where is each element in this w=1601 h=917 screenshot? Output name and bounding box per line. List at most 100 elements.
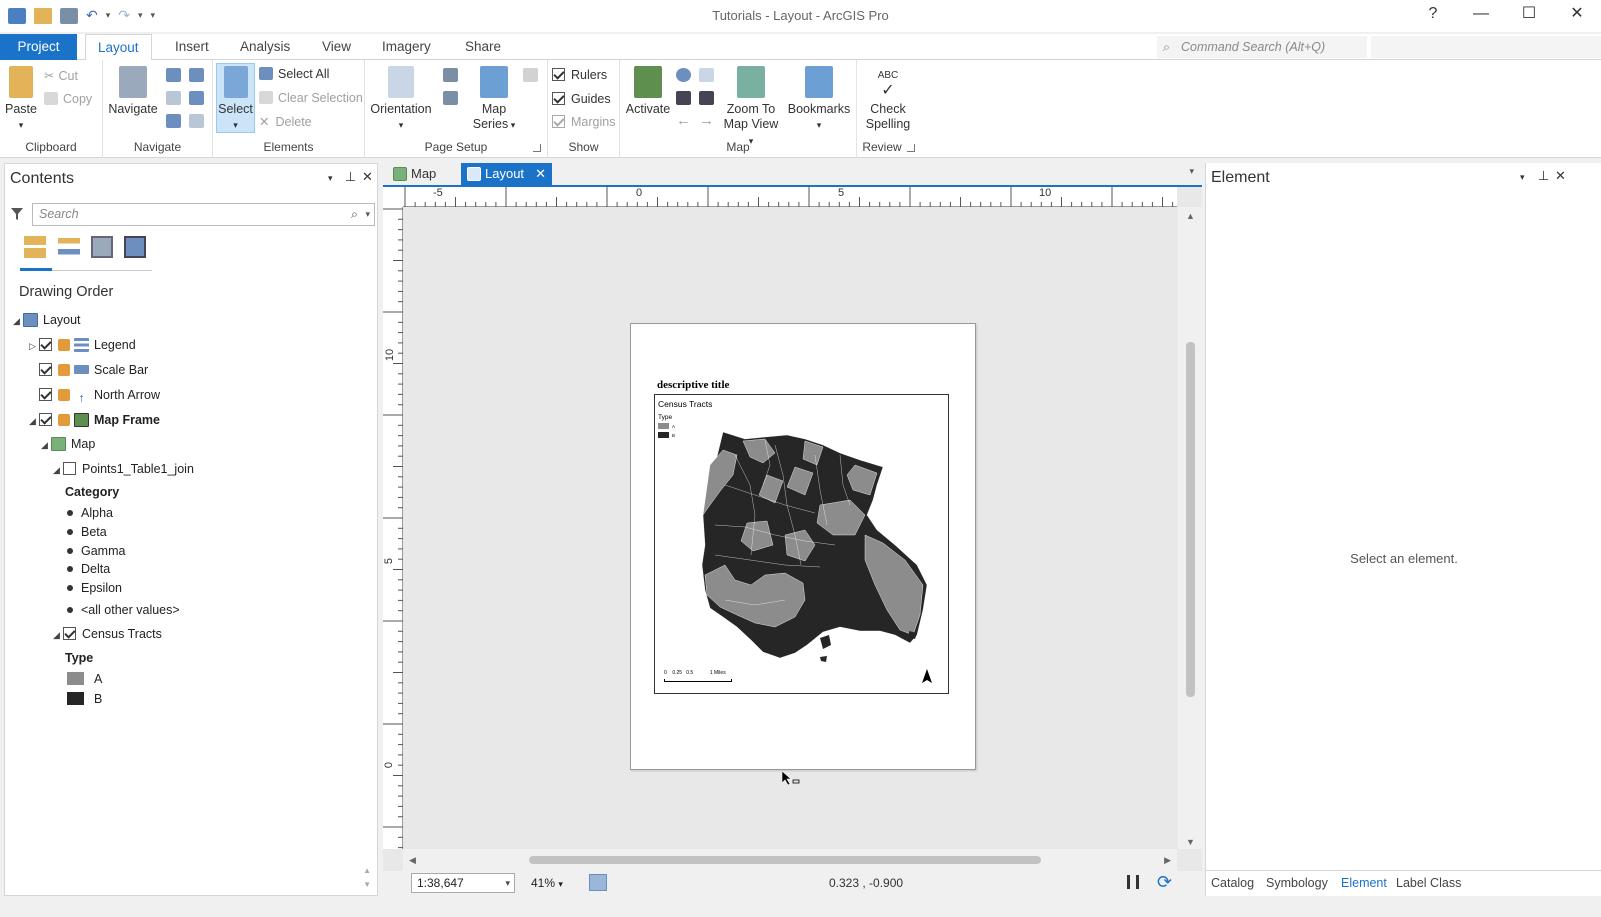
- tab-catalog[interactable]: Catalog: [1211, 876, 1254, 890]
- map-frame-visibility-checkbox[interactable]: [39, 413, 52, 426]
- tree-item-scale-bar[interactable]: Scale Bar: [39, 360, 148, 380]
- map-series-button[interactable]: Map Series ▾: [470, 64, 518, 133]
- category-item[interactable]: <all other values>: [67, 600, 180, 620]
- tree-item-legend[interactable]: ▷ Legend: [29, 335, 136, 355]
- points-layer-visibility-checkbox[interactable]: [63, 462, 76, 475]
- scroll-left-icon[interactable]: ◀: [409, 855, 416, 866]
- layout-page[interactable]: descriptive title Census Tracts Type A B: [630, 323, 976, 770]
- category-item[interactable]: Gamma: [67, 541, 125, 561]
- collapse-icon[interactable]: ◢: [53, 460, 63, 480]
- zoom-to-selected-icon[interactable]: [189, 114, 204, 128]
- pause-drawing-icon[interactable]: [1127, 875, 1139, 889]
- tab-symbology[interactable]: Symbology: [1266, 876, 1328, 890]
- close-pane-icon[interactable]: ✕: [362, 169, 373, 185]
- list-by-drawing-order-icon[interactable]: [24, 236, 46, 258]
- navigate-button[interactable]: Navigate: [107, 64, 159, 117]
- lock-icon[interactable]: [58, 339, 70, 351]
- tree-item-map-frame[interactable]: ◢ Map Frame: [29, 410, 160, 430]
- scroll-down-icon[interactable]: ▼: [363, 880, 371, 889]
- zoom-dropdown[interactable]: 41% ▾: [531, 873, 563, 894]
- tree-item-points-layer[interactable]: ◢ Points1_Table1_join: [53, 459, 194, 479]
- clear-selection-button[interactable]: Clear Selection: [259, 88, 363, 108]
- rulers-checkbox[interactable]: Rulers: [552, 65, 607, 85]
- refresh-icon[interactable]: ⟳: [1157, 872, 1172, 893]
- tree-item-north-arrow[interactable]: ↑ North Arrow: [39, 385, 160, 405]
- zoom-out-fixed-icon[interactable]: [189, 68, 204, 82]
- pan-to-selection-icon[interactable]: [699, 68, 714, 82]
- bookmarks-button[interactable]: Bookmarks ▾: [786, 64, 852, 133]
- tab-element[interactable]: Element: [1341, 876, 1387, 890]
- collapse-icon[interactable]: ◢: [41, 435, 51, 455]
- map-frame-element[interactable]: Census Tracts Type A B 0 0.25 0.5 1 Mile…: [654, 394, 949, 694]
- previous-map-extent-icon[interactable]: ←: [676, 111, 691, 131]
- tab-analysis[interactable]: Analysis: [228, 34, 302, 60]
- previous-extent-icon[interactable]: [166, 91, 181, 105]
- layout-view[interactable]: -5 0 5 10 10 5 0 descriptive title Censu…: [383, 187, 1202, 896]
- tab-view[interactable]: View: [310, 34, 363, 60]
- filter-icon[interactable]: [10, 207, 24, 221]
- category-item[interactable]: Alpha: [67, 503, 113, 523]
- paste-button[interactable]: Paste ▾: [4, 64, 38, 133]
- pin-icon[interactable]: ⊥: [1538, 168, 1549, 184]
- list-by-selection-icon[interactable]: [91, 236, 113, 258]
- lock-icon[interactable]: [58, 389, 70, 401]
- collapse-icon[interactable]: ◢: [13, 311, 23, 331]
- tab-project[interactable]: Project: [0, 34, 77, 60]
- close-pane-icon[interactable]: ✕: [1555, 168, 1566, 184]
- scroll-up-icon[interactable]: ▲: [363, 866, 371, 875]
- layout-title-text[interactable]: descriptive title: [657, 379, 729, 391]
- collapse-icon[interactable]: ◢: [29, 411, 39, 431]
- pane-options-icon[interactable]: ▾: [328, 173, 333, 184]
- margins-setup-icon[interactable]: [443, 91, 458, 105]
- zoom-to-map-view-button[interactable]: Zoom To Map View ▾: [721, 64, 781, 149]
- vertical-scrollbar[interactable]: ▲ ▼: [1178, 207, 1202, 849]
- margins-checkbox[interactable]: Margins: [552, 112, 615, 132]
- category-item[interactable]: Beta: [67, 522, 107, 542]
- tab-layout[interactable]: Layout: [85, 34, 152, 61]
- activate-button[interactable]: Activate: [624, 64, 672, 117]
- search-options-icon[interactable]: ▾: [365, 204, 370, 225]
- zoom-to-selection-icon[interactable]: [676, 68, 691, 82]
- type-item-b[interactable]: B: [67, 689, 102, 709]
- close-button[interactable]: ✕: [1553, 0, 1601, 30]
- signin-area[interactable]: [1371, 36, 1601, 58]
- delete-button[interactable]: ✕ Delete: [259, 112, 312, 132]
- full-extent-icon[interactable]: [189, 91, 204, 105]
- horizontal-scroll-thumb[interactable]: [529, 856, 1041, 864]
- fixed-zoom-in-icon[interactable]: [676, 91, 691, 105]
- maximize-button[interactable]: ☐: [1505, 0, 1553, 30]
- pin-icon[interactable]: ⊥: [345, 169, 356, 185]
- tab-label-class[interactable]: Label Class: [1396, 876, 1461, 890]
- horizontal-ruler[interactable]: -5 0 5 10: [403, 187, 1177, 207]
- select-all-button[interactable]: Select All: [259, 64, 329, 84]
- orientation-button[interactable]: Orientation ▾: [369, 64, 433, 133]
- expand-icon[interactable]: ▷: [29, 336, 39, 356]
- contents-search-input[interactable]: Search ⌕ ▾: [32, 203, 375, 226]
- category-item[interactable]: Epsilon: [67, 578, 122, 598]
- tab-list-dropdown-icon[interactable]: ▾: [1189, 166, 1194, 177]
- cut-button[interactable]: ✂ Cut: [44, 66, 78, 86]
- zoom-in-fixed-icon[interactable]: [166, 68, 181, 82]
- legend-visibility-checkbox[interactable]: [39, 338, 52, 351]
- list-by-editing-icon[interactable]: [124, 236, 146, 258]
- scroll-up-icon[interactable]: ▲: [1186, 211, 1195, 221]
- pane-options-icon[interactable]: ▾: [1520, 172, 1525, 183]
- fixed-zoom-out-icon[interactable]: [699, 91, 714, 105]
- scroll-right-icon[interactable]: ▶: [1164, 855, 1171, 866]
- minimize-button[interactable]: —: [1457, 0, 1505, 30]
- tree-item-map[interactable]: ◢ Map: [41, 434, 95, 454]
- scale-dropdown[interactable]: 1:38,647 ▾: [411, 873, 515, 893]
- horizontal-scrollbar[interactable]: ◀ ▶: [403, 849, 1177, 871]
- tree-item-census-tracts[interactable]: ◢ Census Tracts: [53, 624, 162, 644]
- copy-button[interactable]: Copy: [44, 89, 92, 109]
- vertical-scroll-thumb[interactable]: [1186, 342, 1195, 697]
- page-setup-extra-icon[interactable]: [523, 68, 538, 82]
- command-search-input[interactable]: ⌕ Command Search (Alt+Q): [1157, 36, 1367, 58]
- tree-item-layout[interactable]: ◢ Layout: [13, 310, 81, 330]
- type-item-a[interactable]: A: [67, 669, 102, 689]
- scale-bar-visibility-checkbox[interactable]: [39, 363, 52, 376]
- tab-insert[interactable]: Insert: [163, 34, 221, 60]
- size-icon[interactable]: [443, 68, 458, 82]
- tab-map-view[interactable]: Map: [387, 163, 457, 185]
- select-button[interactable]: Select ▾: [216, 63, 255, 133]
